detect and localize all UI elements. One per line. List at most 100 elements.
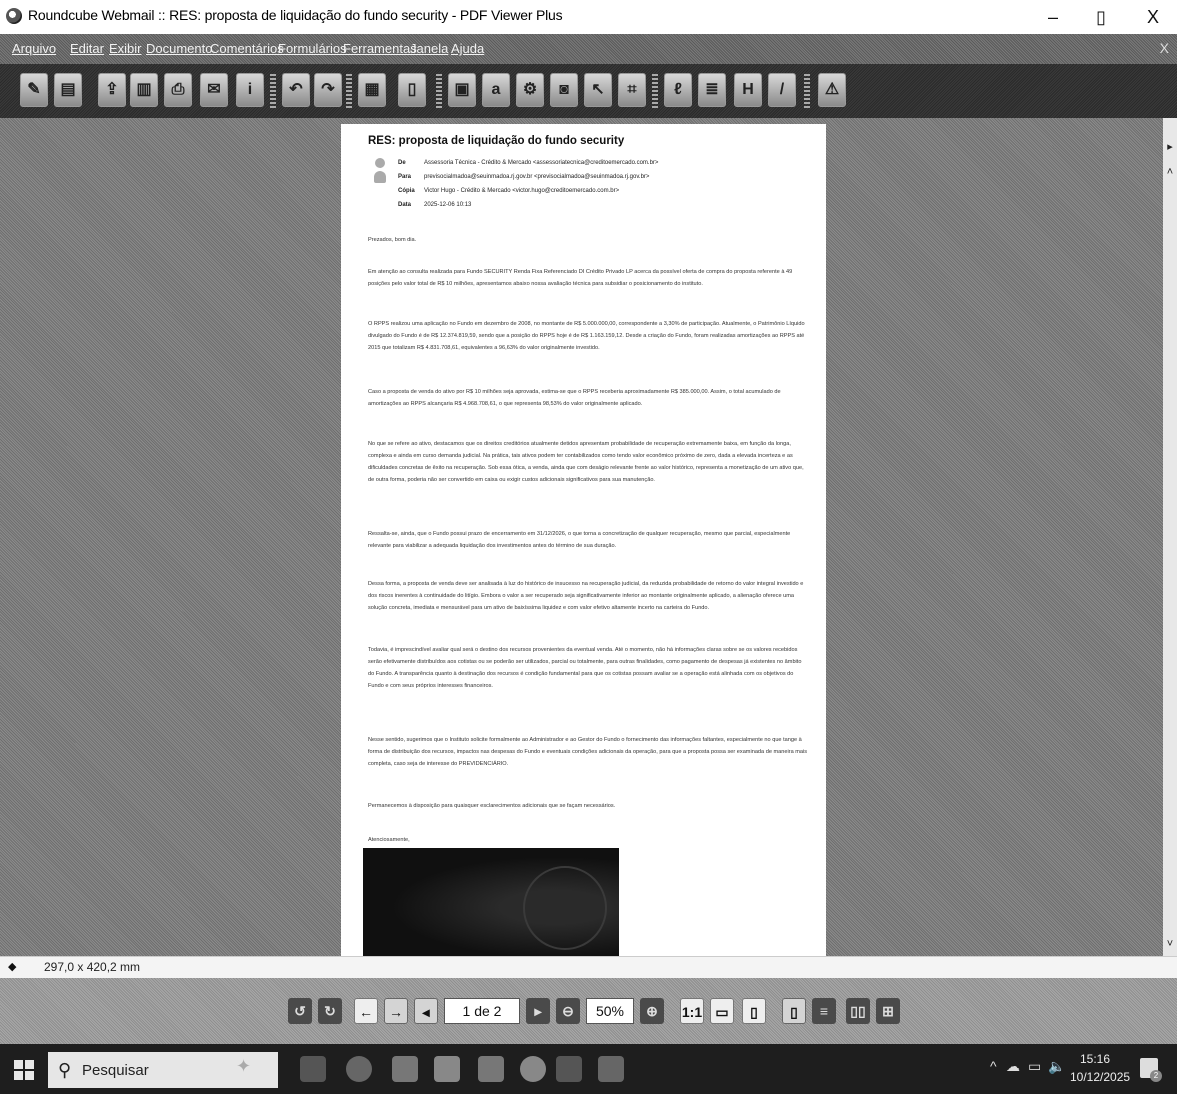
note-icon[interactable]: ≣ [698, 73, 726, 107]
crop-icon[interactable]: ⌗ [618, 73, 646, 107]
date-value: 2025-12-06 10:13 [424, 202, 472, 208]
pdf-viewer-taskbar-icon[interactable] [598, 1056, 624, 1082]
menu-documento[interactable]: Documento [146, 41, 212, 56]
tray-expand-icon[interactable]: ^ [990, 1058, 997, 1074]
file-explorer-icon[interactable] [392, 1056, 418, 1082]
redo-icon[interactable]: ↷ [314, 73, 342, 107]
menu-comentarios[interactable]: Comentários [210, 41, 284, 56]
back-icon[interactable]: ← [354, 998, 378, 1024]
app-icon [6, 8, 22, 24]
rotate-left-icon[interactable]: ↺ [288, 998, 312, 1024]
word-icon[interactable] [556, 1056, 582, 1082]
maximize-button[interactable]: ▯ [1084, 4, 1118, 30]
single-page-icon[interactable]: ▯ [782, 998, 806, 1024]
highlight-icon[interactable]: H [734, 73, 762, 107]
scroll-down-arrow-icon[interactable]: ˅ [1164, 938, 1176, 950]
system-clock[interactable]: 15:16 10/12/2025 [1070, 1050, 1131, 1086]
sparkle-icon[interactable]: ✦ [236, 1056, 262, 1082]
email-paragraph: Todavia, é imprescindível avaliar qual s… [368, 647, 802, 689]
sender-avatar [374, 158, 386, 184]
copy-icon[interactable]: ▥ [130, 73, 158, 107]
browser-icon[interactable] [346, 1056, 372, 1082]
window-title: Roundcube Webmail :: RES: proposta de li… [28, 7, 563, 23]
search-icon: ⚲ [58, 1060, 72, 1080]
open-icon[interactable]: ⇪ [98, 73, 126, 107]
notification-badge: 2 [1150, 1070, 1162, 1082]
menu-formularios[interactable]: Formulários [278, 41, 347, 56]
new-document-icon[interactable]: ✎ [20, 73, 48, 107]
next-page-icon[interactable]: ▸ [526, 998, 550, 1024]
email-paragraph: O RPPS realizou uma aplicação no Fundo e… [368, 321, 805, 351]
menu-editar[interactable]: Editar [70, 41, 104, 56]
volume-icon[interactable]: 🔈 [1048, 1058, 1065, 1075]
menu-ferramentas[interactable]: Ferramentas [343, 41, 417, 56]
toolbar-separator [270, 74, 276, 108]
email-paragraph: Permanecemos à disposição para quaisquer… [368, 803, 616, 809]
thumbnails-view-icon[interactable]: ⊞ [876, 998, 900, 1024]
status-bar: ◆ 297,0 x 420,2 mm [0, 956, 1177, 979]
close-button[interactable]: X [1136, 4, 1170, 30]
undo-icon[interactable]: ↶ [282, 73, 310, 107]
network-icon[interactable]: ▭ [1028, 1058, 1041, 1075]
toolbar-separator [436, 74, 442, 108]
text-tool-icon[interactable]: ℓ [664, 73, 692, 107]
email-subject: RES: proposta de liquidação do fundo sec… [368, 135, 625, 147]
email-paragraph: Nesse sentido, sugerimos que o Instituto… [368, 737, 808, 767]
cc-value: Victor Hugo - Crédito & Mercado <victor.… [424, 188, 620, 194]
previous-page-icon[interactable]: ◂ [414, 998, 438, 1024]
warning-icon[interactable]: ⚠ [818, 73, 846, 107]
page-number-input[interactable]: 1 de 2 [444, 998, 520, 1024]
menu-arquivo[interactable]: Arquivo [12, 41, 56, 56]
close-document-button[interactable]: X [1160, 40, 1169, 56]
print-icon[interactable]: ⎙ [164, 73, 192, 107]
select-tool-icon[interactable]: ▣ [448, 73, 476, 107]
menu-exibir[interactable]: Exibir [109, 41, 142, 56]
hand-tool-icon[interactable]: a [482, 73, 510, 107]
store-icon[interactable] [434, 1056, 460, 1082]
email-paragraph: No que se refere ao ativo, destacamos qu… [368, 441, 804, 483]
header-date: Data 2025-12-06 10:13 [398, 202, 471, 208]
mail-icon[interactable] [478, 1056, 504, 1082]
actual-size-icon[interactable]: 1:1 [680, 998, 704, 1024]
onedrive-icon[interactable]: ☁ [1006, 1058, 1020, 1075]
cursor-icon[interactable]: ↖ [584, 73, 612, 107]
pen-icon[interactable]: / [768, 73, 796, 107]
snapshot-icon[interactable]: ◙ [550, 73, 578, 107]
page-layout-icon[interactable]: ▯ [398, 73, 426, 107]
zoom-out-icon[interactable]: ⊖ [556, 998, 580, 1024]
date-label: Data [398, 202, 412, 208]
scroll-right-arrow-icon[interactable]: ▸ [1164, 140, 1176, 153]
email-paragraph: Em atenção ao consulta realizada para Fu… [368, 269, 793, 287]
scroll-up-arrow-icon[interactable]: ˄ [1164, 166, 1176, 178]
from-label: De [398, 160, 406, 166]
page-dimensions: 297,0 x 420,2 mm [44, 960, 141, 974]
email-paragraph: Dessa forma, a proposta de venda deve se… [368, 581, 804, 611]
zoom-level-input[interactable]: 50% [586, 998, 634, 1024]
document-info-icon[interactable]: i [236, 73, 264, 107]
email-pdf-icon[interactable]: ✉ [200, 73, 228, 107]
continuous-page-icon[interactable]: ≡ [812, 998, 836, 1024]
email-paragraph: Ressalta-se, ainda, que o Fundo possui p… [368, 531, 791, 549]
facing-pages-icon[interactable]: ▯▯ [846, 998, 870, 1024]
pdf-icon[interactable]: ▤ [54, 73, 82, 107]
windows-start-icon[interactable] [14, 1060, 34, 1080]
toolbar-separator [804, 74, 810, 108]
page-thumbnail-icon[interactable]: ▦ [358, 73, 386, 107]
clock-date: 10/12/2025 [1070, 1070, 1131, 1084]
rotate-right-icon[interactable]: ↻ [318, 998, 342, 1024]
stamp-icon[interactable]: ⚙ [516, 73, 544, 107]
menu-janela[interactable]: Janela [410, 41, 448, 56]
to-value: previsocialmadoa@seuinmadoa.rj.gov.br <p… [424, 174, 650, 180]
menu-ajuda[interactable]: Ajuda [451, 41, 484, 56]
chrome-icon[interactable] [520, 1056, 546, 1082]
minimize-button[interactable]: – [1036, 4, 1070, 30]
fit-width-icon[interactable]: ▯ [742, 998, 766, 1024]
taskbar-app-icon[interactable] [300, 1056, 326, 1082]
fit-page-icon[interactable]: ▭ [710, 998, 734, 1024]
zoom-in-icon[interactable]: ⊕ [640, 998, 664, 1024]
email-greeting: Prezados, bom dia. [368, 237, 417, 243]
notification-icon[interactable]: 2 [1140, 1058, 1162, 1082]
vertical-scrollbar[interactable]: ▸ ˄ ˅ [1163, 118, 1177, 956]
header-from: De Assessoria Técnica - Crédito & Mercado… [398, 160, 658, 166]
forward-icon[interactable]: → [384, 998, 408, 1024]
